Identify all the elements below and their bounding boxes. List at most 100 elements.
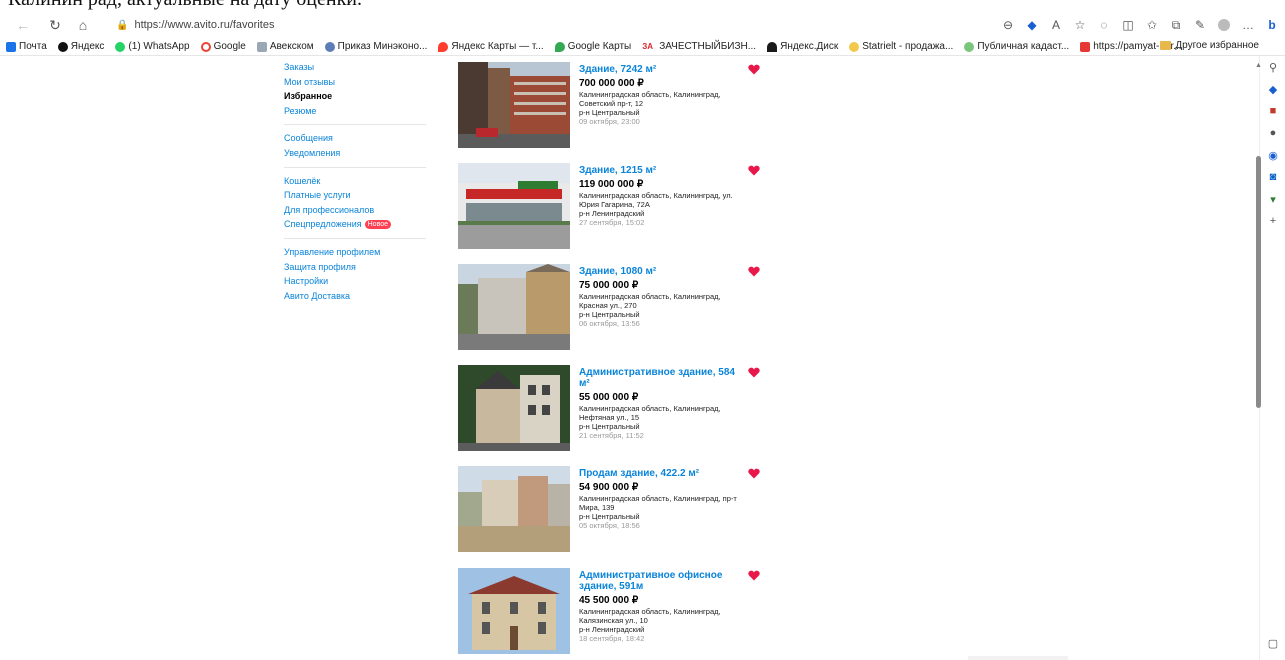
listing-district: р-н Ленинградский [579,209,645,218]
menu-messages[interactable]: Сообщения [284,131,444,146]
whatsapp-icon [115,41,126,52]
scroll-thumb[interactable] [1256,156,1261,408]
listing-title[interactable]: Продам здание, 422.2 м² [579,468,744,479]
listing-photo[interactable] [458,264,570,350]
bookmark-item[interactable]: Приказ Минэконо... [324,41,427,52]
listing-info: Здание, 7242 м² 700 000 000 ₽ Калинингра… [579,64,744,126]
heart-icon[interactable] [748,367,760,378]
listing-card[interactable]: Здание, 1080 м² 75 000 000 ₽ Калининград… [458,264,768,350]
bookmark-item[interactable]: Яндекс.Диск [767,41,838,52]
menu-favorites[interactable]: Избранное [284,89,444,104]
tag-icon[interactable]: ◆ [1021,14,1043,36]
favorites-icon[interactable]: ✩ [1141,14,1163,36]
menu-profile-management[interactable]: Управление профилем [284,245,444,260]
menu-avito-delivery[interactable]: Авито Доставка [284,289,444,304]
zoom-icon[interactable]: ⊖ [997,14,1019,36]
sidebar-toggle-icon[interactable]: ▢ [1260,632,1285,654]
listing-title[interactable]: Здание, 1080 м² [579,266,744,277]
yandex-icon [57,41,68,52]
listing-price: 700 000 000 ₽ [579,78,644,89]
listing-price: 55 000 000 ₽ [579,392,639,403]
map-pin-icon [554,41,565,52]
menu-wallet[interactable]: Кошелёк [284,174,444,189]
menu-notifications[interactable]: Уведомления [284,146,444,161]
outlook-icon[interactable]: ◙ [1260,166,1285,188]
listing-card[interactable]: Административное офисное здание, 591м 45… [458,568,768,654]
menu-special-offers[interactable]: Спецпредложения Новое [284,217,444,232]
menu-settings[interactable]: Настройки [284,274,444,289]
listing-photo[interactable] [458,466,570,552]
other-bookmarks[interactable]: › Другое избранное [1147,40,1259,51]
listing-info: Здание, 1080 м² 75 000 000 ₽ Калининград… [579,266,744,328]
home-icon[interactable]: ⌂ [72,14,94,36]
split-screen-icon[interactable]: ◫ [1117,14,1139,36]
star-icon [1080,41,1091,52]
listing-price: 45 500 000 ₽ [579,595,639,606]
chevron-right-icon[interactable]: › [1147,40,1150,51]
collections-icon[interactable]: ⧉ [1165,14,1187,36]
listing-photo[interactable] [458,365,570,451]
favorite-star-icon[interactable]: ☆ [1069,14,1091,36]
listing-address: Калининградская область, Калининград, пр… [579,494,737,512]
bookmark-item[interactable]: Google [200,41,246,52]
refresh-icon[interactable]: ↻ [44,14,66,36]
read-aloud-icon[interactable]: A [1045,14,1067,36]
extensions-puzzle-icon[interactable]: ✎ [1189,14,1211,36]
za-icon: ЗА [642,41,657,52]
listing-photo[interactable] [458,163,570,249]
scroll-up-icon[interactable]: ▲ [1255,62,1262,69]
listing-title[interactable]: Административное здание, 584 м² [579,367,744,389]
bookmark-item[interactable]: ЗА ЗАЧЕСТНЫЙБИЗН... [642,41,756,52]
shopping-icon[interactable]: ■ [1260,100,1285,122]
listing-photo[interactable] [458,568,570,654]
listing-price: 54 900 000 ₽ [579,482,639,493]
bookmark-item[interactable]: Google Карты [554,41,631,52]
bookmark-item[interactable]: Авекском [256,41,314,52]
menu-profile-protection[interactable]: Защита профиля [284,260,444,275]
bookmark-item[interactable]: Яндекс [57,41,104,52]
tag-icon[interactable]: ◆ [1260,78,1285,100]
add-icon[interactable]: + [1260,210,1285,232]
copilot-icon[interactable]: b [1261,14,1283,36]
listing-photo[interactable] [458,62,570,148]
more-icon[interactable]: … [1237,14,1259,36]
mail-icon [6,41,16,52]
menu-resume[interactable]: Резюме [284,104,444,119]
menu-orders[interactable]: Заказы [284,60,444,75]
page-icon [256,41,267,52]
heart-icon[interactable] [748,266,760,277]
listing-info: Административное офисное здание, 591м 45… [579,570,744,643]
heart-icon[interactable] [748,468,760,479]
menu-reviews[interactable]: Мои отзывы [284,75,444,90]
menu-paid-services[interactable]: Платные услуги [284,188,444,203]
listing-district: р-н Центральный [579,108,640,117]
back-icon[interactable]: ← [12,14,34,36]
profile-avatar-icon[interactable] [1213,14,1235,36]
listing-card[interactable]: Здание, 7242 м² 700 000 000 ₽ Калинингра… [458,62,768,148]
heart-icon[interactable] [748,165,760,176]
tools-icon[interactable]: ▾ [1260,188,1285,210]
address-bar[interactable]: 🔒 https://www.avito.ru/favorites [108,16,978,34]
status-strip [968,656,1068,660]
bookmark-item[interactable]: Яндекс Карты — т... [438,41,544,52]
listing-title[interactable]: Административное офисное здание, 591м [579,570,744,592]
listing-title[interactable]: Здание, 1215 м² [579,165,744,176]
listing-card[interactable]: Продам здание, 422.2 м² 54 900 000 ₽ Кал… [458,466,768,552]
heart-icon[interactable] [748,64,760,75]
menu-for-pro[interactable]: Для профессионалов [284,203,444,218]
bookmark-item[interactable]: Почта [6,41,47,52]
games-icon[interactable]: ◉ [1260,144,1285,166]
people-icon[interactable]: ● [1260,122,1285,144]
listing-card[interactable]: Здание, 1215 м² 119 000 000 ₽ Калинингра… [458,163,768,249]
listing-price: 75 000 000 ₽ [579,280,639,291]
listing-card[interactable]: Административное здание, 584 м² 55 000 0… [458,365,768,451]
bookmark-item[interactable]: Statrielt - продажа... [849,41,953,52]
document-caption: Калинин рад, актуальные на дату оценки. [8,0,362,11]
heart-icon[interactable] [748,570,760,581]
page-scrollbar[interactable]: ▲ [1255,56,1263,660]
search-icon[interactable]: ⚲ [1260,56,1285,78]
extension-icon[interactable]: ◌ [1093,14,1115,36]
bookmark-item[interactable]: Публичная кадаст... [964,41,1069,52]
listing-title[interactable]: Здание, 7242 м² [579,64,744,75]
bookmark-item[interactable]: (1) WhatsApp [115,41,190,52]
